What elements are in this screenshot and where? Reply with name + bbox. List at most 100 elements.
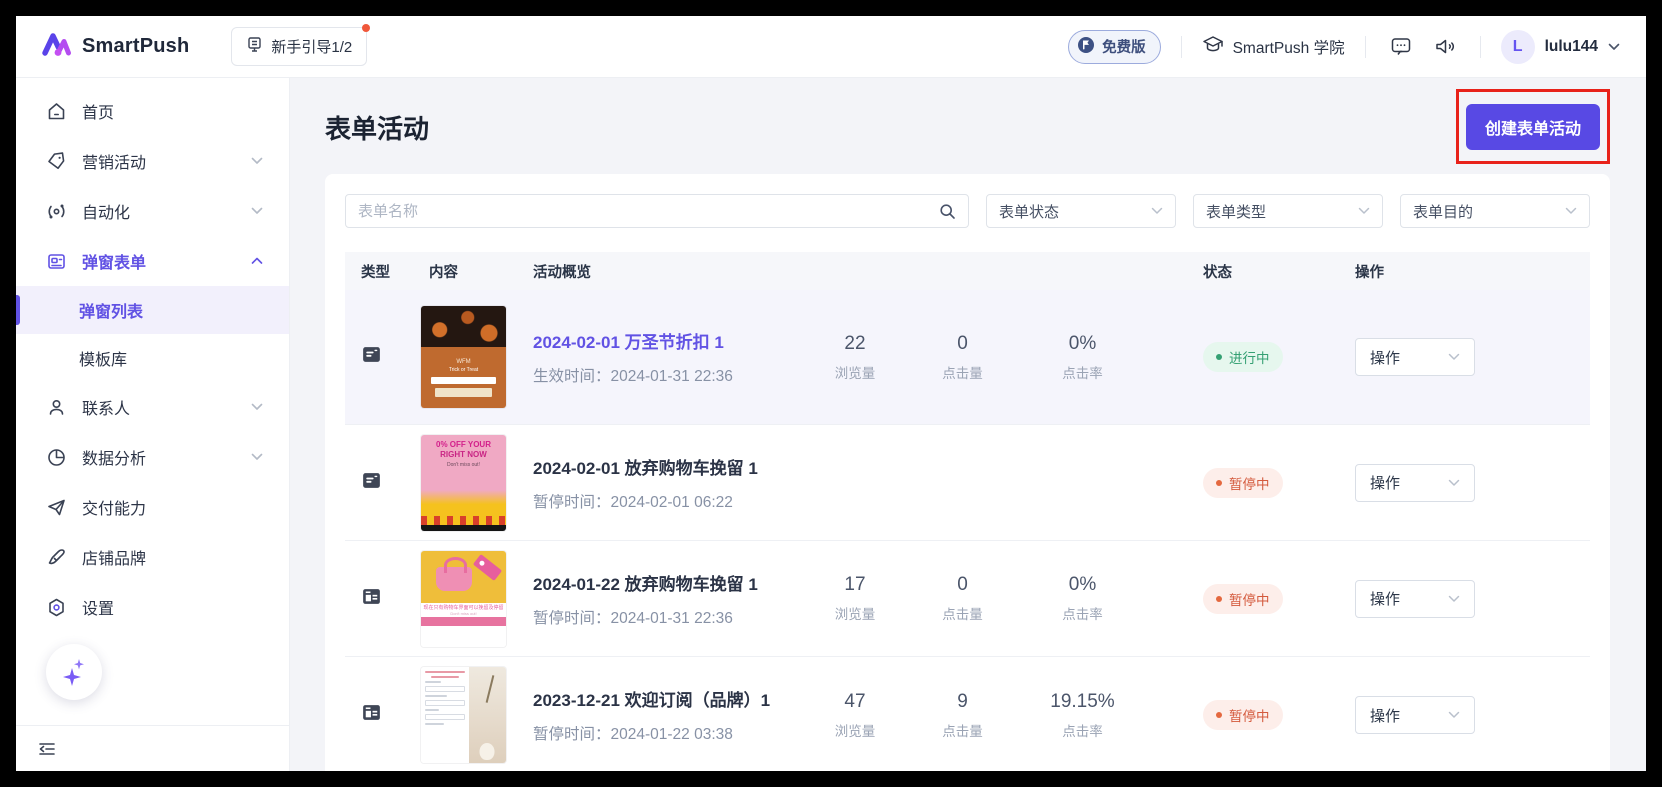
thumb-footer [421, 626, 506, 647]
form-name-search[interactable] [345, 194, 969, 228]
chevron-down-icon [1448, 479, 1460, 487]
feedback-chat-icon[interactable] [1386, 32, 1416, 62]
campaign-title-link[interactable]: 2023-12-21 欢迎订阅（品牌）1 [533, 686, 805, 711]
popup-type-icon [360, 469, 383, 492]
col-header-type: 类型 [345, 261, 421, 282]
row-actions-dropdown[interactable]: 操作 [1355, 464, 1475, 502]
row-actions-dropdown[interactable]: 操作 [1355, 696, 1475, 734]
thumb-form-art [421, 667, 469, 763]
guide-button-label: 新手引导1/2 [271, 36, 352, 57]
thumb-text: Don't miss out! [422, 611, 505, 616]
table-row: WFM Trick or Treat 2024-02-01 万圣节折扣 1 生效… [345, 290, 1590, 425]
views-label: 浏览量 [805, 362, 905, 382]
select-value: 表单类型 [1206, 201, 1266, 222]
guide-badge-icon [246, 36, 263, 57]
sidebar: 首页 营销活动 自动化 弹窗表单 [16, 78, 290, 771]
collapse-sidebar-icon[interactable] [37, 740, 57, 758]
table-row: 现在只有购物车界面可以挽留及停留 Don't miss out! 2024-01… [345, 541, 1590, 657]
thumb-text: Trick or Treat [449, 367, 478, 374]
sidebar-item-deliverability[interactable]: 交付能力 [16, 482, 289, 532]
sidebar-item-label: 营销活动 [82, 149, 146, 173]
plan-badge[interactable]: 免费版 [1068, 30, 1161, 64]
avatar: L [1501, 30, 1535, 64]
campaigns-table: 类型 内容 活动概览 状态 操作 [345, 252, 1590, 751]
search-input[interactable] [358, 203, 939, 220]
sidebar-item-label: 首页 [82, 99, 114, 123]
campaign-title-link[interactable]: 2024-02-01 放弃购物车挽留 1 [533, 454, 805, 479]
thumb-button [435, 388, 492, 397]
chevron-down-icon [1565, 207, 1577, 215]
ai-assistant-button[interactable] [46, 644, 102, 700]
search-icon[interactable] [939, 203, 956, 220]
sidebar-footer [16, 725, 289, 771]
tag-icon [45, 151, 67, 172]
user-menu[interactable]: L lulu144 [1501, 30, 1620, 64]
status-badge: 进行中 [1203, 342, 1283, 372]
chevron-up-icon [251, 257, 263, 265]
brand[interactable]: SmartPush [40, 30, 189, 63]
filter-bar: 表单状态 表单类型 表单目的 [345, 194, 1590, 228]
onboarding-guide-button[interactable]: 新手引导1/2 [231, 27, 367, 66]
thumb-button [421, 617, 506, 626]
announcements-speaker-icon[interactable] [1430, 32, 1460, 62]
status-badge: 暂停中 [1203, 468, 1283, 498]
thumb-input-field [431, 377, 496, 384]
sidebar-item-popup-list[interactable]: 弹窗列表 [16, 286, 289, 334]
notification-dot [362, 24, 370, 32]
sidebar-item-analytics[interactable]: 数据分析 [16, 432, 289, 482]
thumb-text: 0% OFF YOUR [436, 440, 491, 450]
settings-gear-icon [45, 597, 67, 618]
chevron-down-icon [251, 453, 263, 461]
contacts-icon [45, 397, 67, 418]
main-content: 表单活动 创建表单活动 表单状态 [290, 78, 1646, 771]
sidebar-item-store-brand[interactable]: 店铺品牌 [16, 532, 289, 582]
campaign-time: 暂停时间：2024-01-22 03:38 [533, 722, 805, 744]
create-form-campaign-button[interactable]: 创建表单活动 [1466, 104, 1600, 150]
sidebar-item-contacts[interactable]: 联系人 [16, 382, 289, 432]
campaign-title-link[interactable]: 2024-02-01 万圣节折扣 1 [533, 328, 805, 353]
campaign-thumbnail[interactable]: 现在只有购物车界面可以挽留及停留 Don't miss out! [421, 551, 506, 647]
sidebar-item-label: 店铺品牌 [82, 545, 146, 569]
form-purpose-select[interactable]: 表单目的 [1400, 194, 1590, 228]
page-title: 表单活动 [325, 109, 429, 146]
thumb-basket-art [421, 516, 506, 525]
campaign-thumbnail[interactable] [421, 667, 506, 763]
row-actions-dropdown[interactable]: 操作 [1355, 580, 1475, 618]
form-status-select[interactable]: 表单状态 [986, 194, 1176, 228]
brush-icon [45, 547, 67, 568]
thumbnail-image [421, 551, 506, 603]
embedded-page-type-icon [360, 585, 383, 608]
campaign-thumbnail[interactable]: WFM Trick or Treat [421, 306, 506, 408]
app-window: SmartPush 新手引导1/2 [16, 16, 1646, 771]
sidebar-item-settings[interactable]: 设置 [16, 582, 289, 632]
ctr-value: 0% [1020, 333, 1145, 355]
sidebar-item-marketing[interactable]: 营销活动 [16, 136, 289, 186]
sidebar-item-label: 自动化 [82, 199, 130, 223]
popup-form-icon [45, 251, 67, 272]
pie-chart-icon [45, 447, 67, 468]
thumb-ribbon-art [473, 554, 502, 581]
academy-link[interactable]: SmartPush 学院 [1202, 34, 1345, 59]
thumbnail-image: 0% OFF YOUR RIGHT NOW Don't miss out! [421, 435, 506, 490]
form-type-select[interactable]: 表单类型 [1193, 194, 1383, 228]
sidebar-item-template-library[interactable]: 模板库 [16, 334, 289, 382]
brand-name: SmartPush [82, 35, 189, 58]
select-value: 表单目的 [1413, 201, 1473, 222]
sidebar-item-home[interactable]: 首页 [16, 86, 289, 136]
campaign-thumbnail[interactable]: 0% OFF YOUR RIGHT NOW Don't miss out! [421, 435, 506, 531]
sidebar-item-popup-forms[interactable]: 弹窗表单 [16, 236, 289, 286]
plan-badge-label: 免费版 [1102, 36, 1146, 57]
campaign-title-link[interactable]: 2024-01-22 放弃购物车挽留 1 [533, 570, 805, 595]
graduation-cap-icon [1202, 34, 1224, 59]
thumb-text: WFM [456, 358, 470, 366]
clicks-label: 点击量 [905, 362, 1020, 382]
campaign-time: 生效时间：2024-01-31 22:36 [533, 364, 805, 386]
sidebar-item-automation[interactable]: 自动化 [16, 186, 289, 236]
chevron-down-icon [251, 207, 263, 215]
embedded-page-type-icon [360, 701, 383, 724]
sidebar-item-label: 设置 [82, 595, 114, 619]
row-actions-dropdown[interactable]: 操作 [1355, 338, 1475, 376]
table-row: 2023-12-21 欢迎订阅（品牌）1 暂停时间：2024-01-22 03:… [345, 657, 1590, 771]
actions-label: 操作 [1370, 347, 1400, 368]
status-dot-icon [1216, 354, 1222, 360]
